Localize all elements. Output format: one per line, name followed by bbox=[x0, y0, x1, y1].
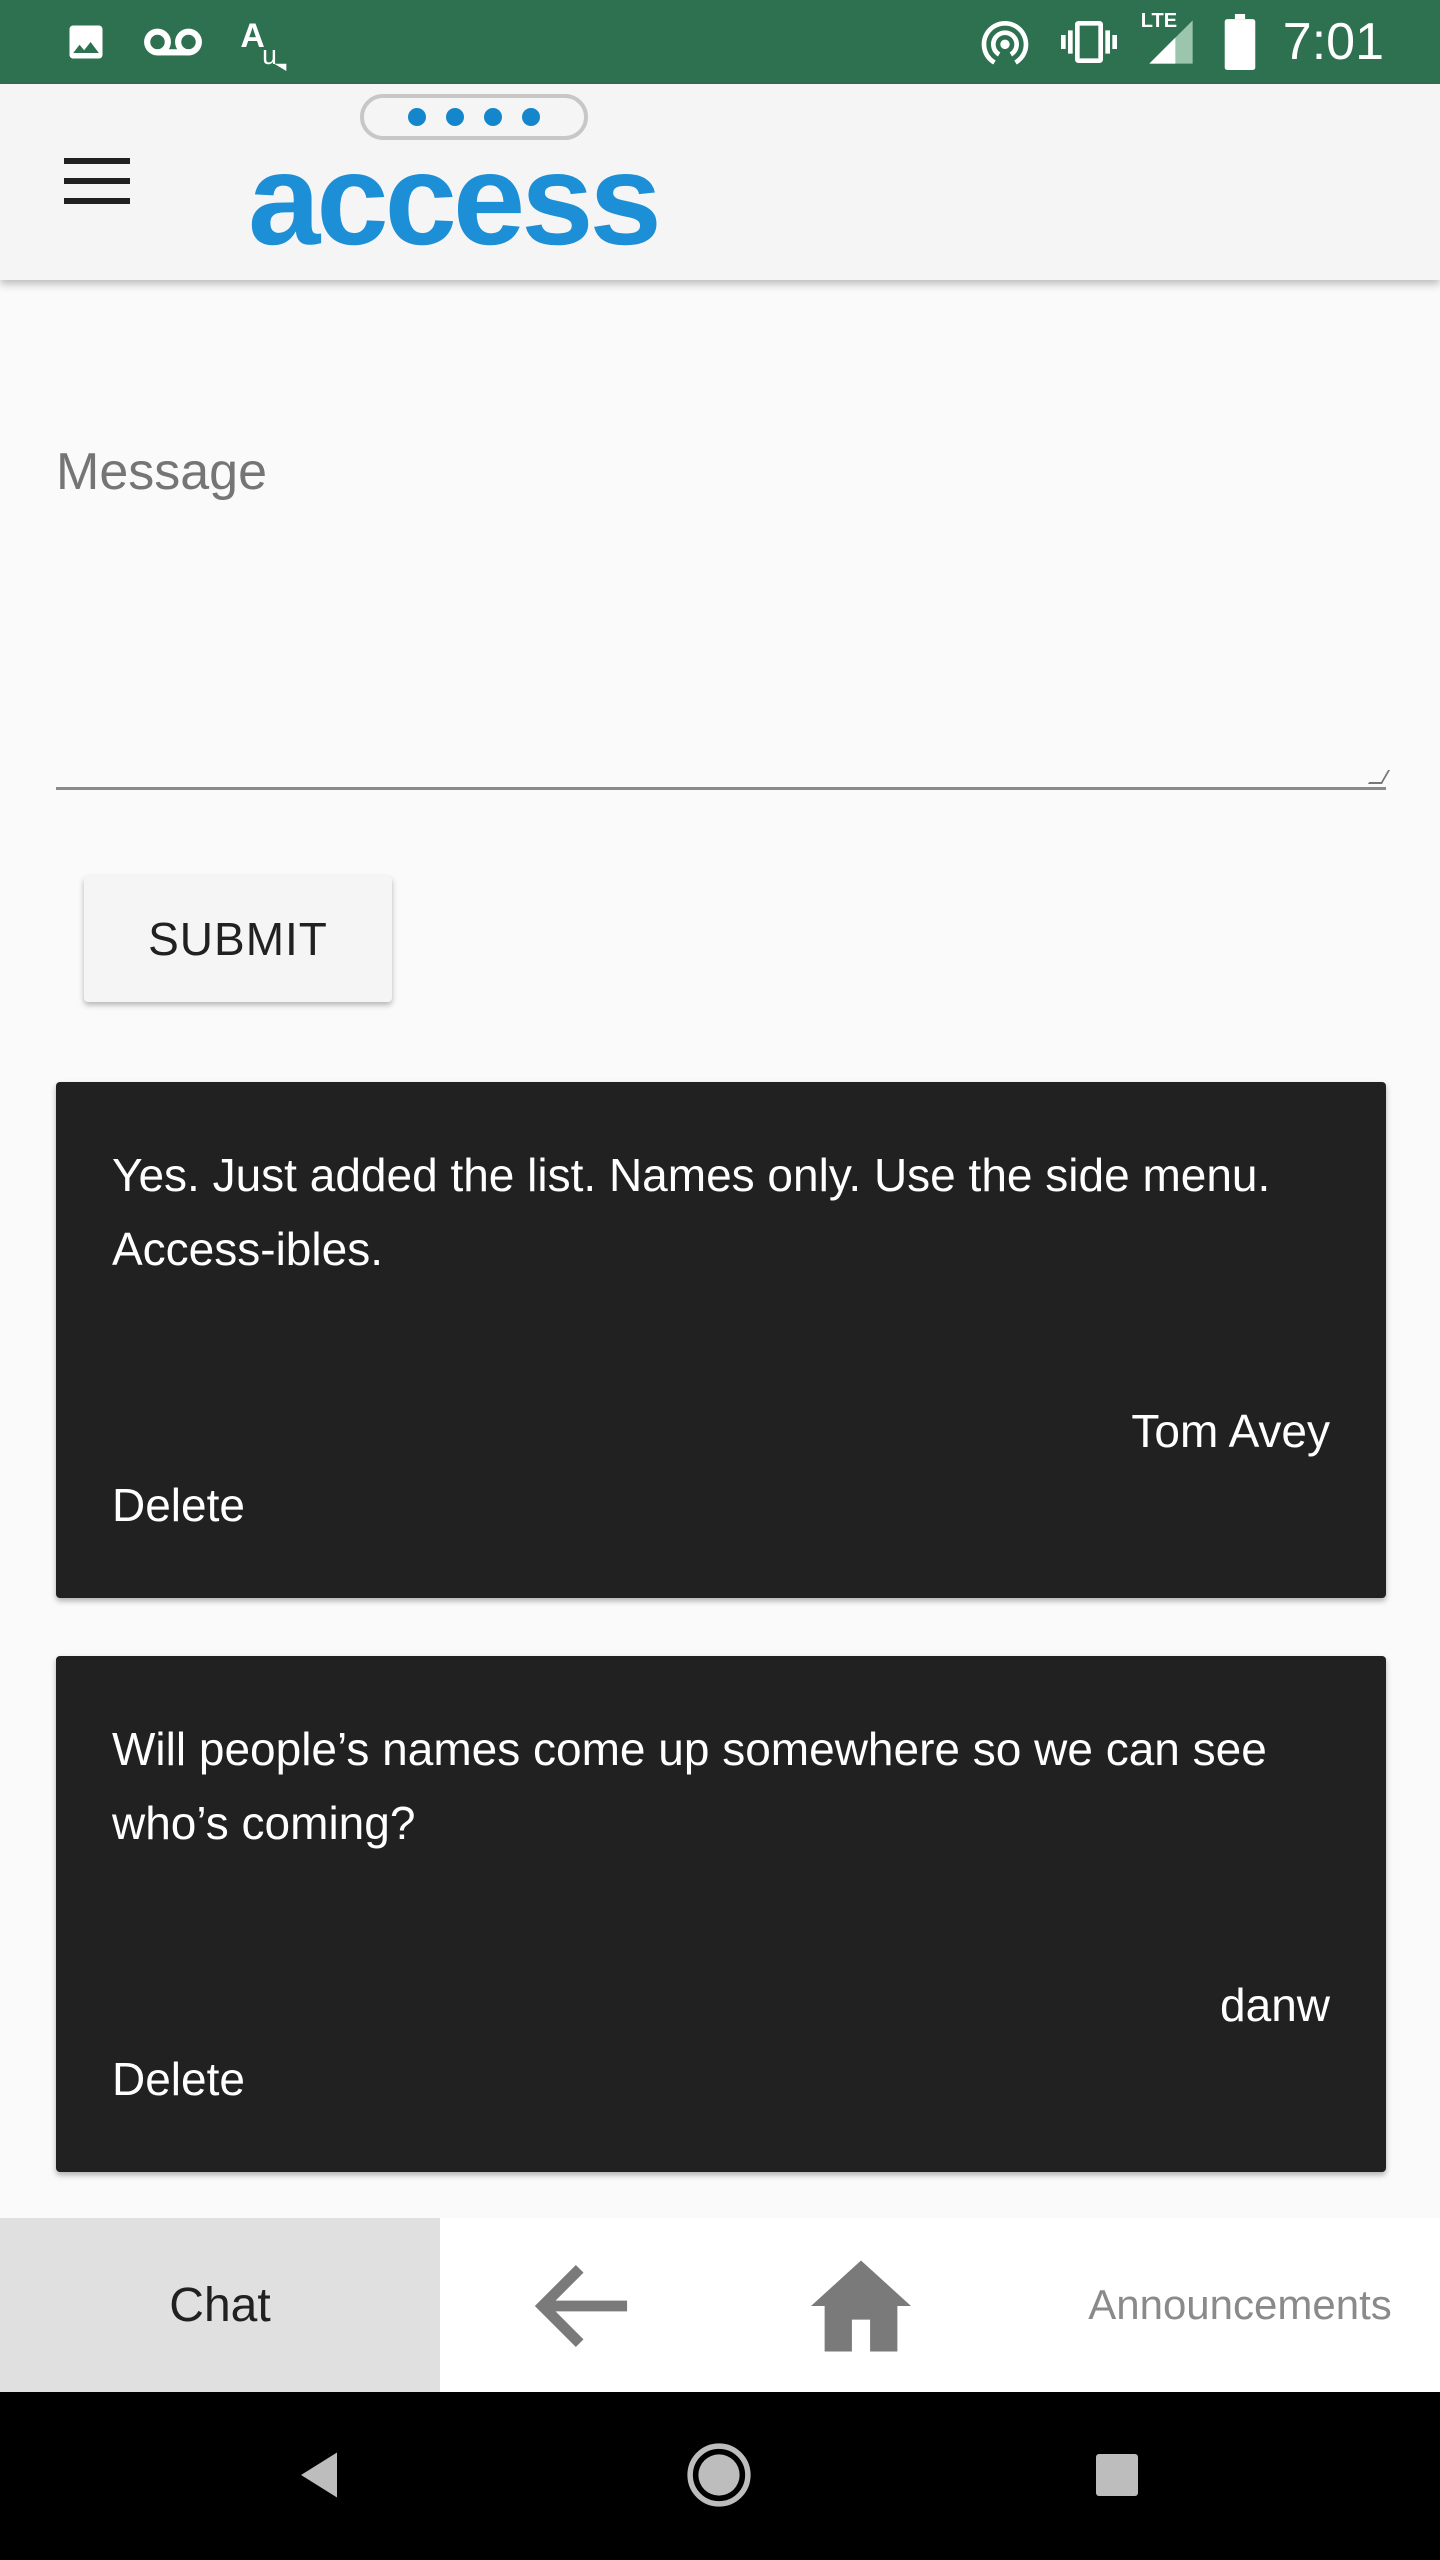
arrow-left-icon[interactable] bbox=[530, 2264, 630, 2348]
app-bar: access bbox=[0, 84, 1440, 280]
resize-handle[interactable] bbox=[1367, 770, 1391, 784]
nav-home-icon[interactable] bbox=[686, 2442, 752, 2508]
app-logo: access bbox=[248, 94, 708, 264]
image-icon bbox=[69, 25, 103, 59]
nav-recents-icon[interactable] bbox=[1096, 2454, 1138, 2496]
status-time: 7:01 bbox=[1282, 13, 1384, 71]
submit-button[interactable]: SUBMIT bbox=[84, 876, 392, 1002]
delete-button[interactable]: Delete bbox=[112, 1478, 245, 1532]
message-author: danw bbox=[1220, 1979, 1330, 2031]
signal-icon bbox=[1149, 20, 1193, 64]
hotspot-icon bbox=[981, 21, 1029, 65]
nav-back-icon[interactable] bbox=[296, 2448, 342, 2502]
message-author: Tom Avey bbox=[1131, 1405, 1330, 1457]
logo-text: access bbox=[248, 126, 662, 272]
status-bar-right: LTE 7:01 bbox=[977, 10, 1384, 72]
message-underline bbox=[56, 787, 1386, 790]
message-placeholder: Message bbox=[56, 443, 267, 501]
system-nav-bar bbox=[0, 2392, 1440, 2560]
delete-button[interactable]: Delete bbox=[112, 2052, 245, 2106]
translate-icon: Au bbox=[240, 17, 287, 71]
svg-text:u: u bbox=[262, 40, 277, 70]
bottom-tab-bar: Chat Announcements bbox=[0, 2218, 1440, 2392]
hamburger-menu-icon[interactable] bbox=[64, 158, 130, 208]
status-bar-left: Au bbox=[64, 12, 296, 72]
status-bar: Au LTE 7:01 bbox=[0, 0, 1440, 84]
message-card: Yes. Just added the list. Names only. Us… bbox=[56, 1082, 1386, 1598]
message-text: Will people’s names come up somewhere so… bbox=[112, 1723, 1267, 1849]
battery-icon bbox=[1224, 14, 1256, 70]
tab-announcements[interactable]: Announcements bbox=[1040, 2218, 1440, 2392]
message-card: Will people’s names come up somewhere so… bbox=[56, 1656, 1386, 2172]
signal-indicator: LTE bbox=[1141, 10, 1197, 70]
voicemail-icon bbox=[144, 28, 202, 56]
home-icon[interactable] bbox=[806, 2256, 916, 2356]
message-text: Yes. Just added the list. Names only. Us… bbox=[112, 1149, 1271, 1275]
vibrate-icon bbox=[1060, 21, 1117, 63]
tab-chat[interactable]: Chat bbox=[0, 2218, 440, 2392]
message-field[interactable]: Message bbox=[56, 420, 1391, 790]
